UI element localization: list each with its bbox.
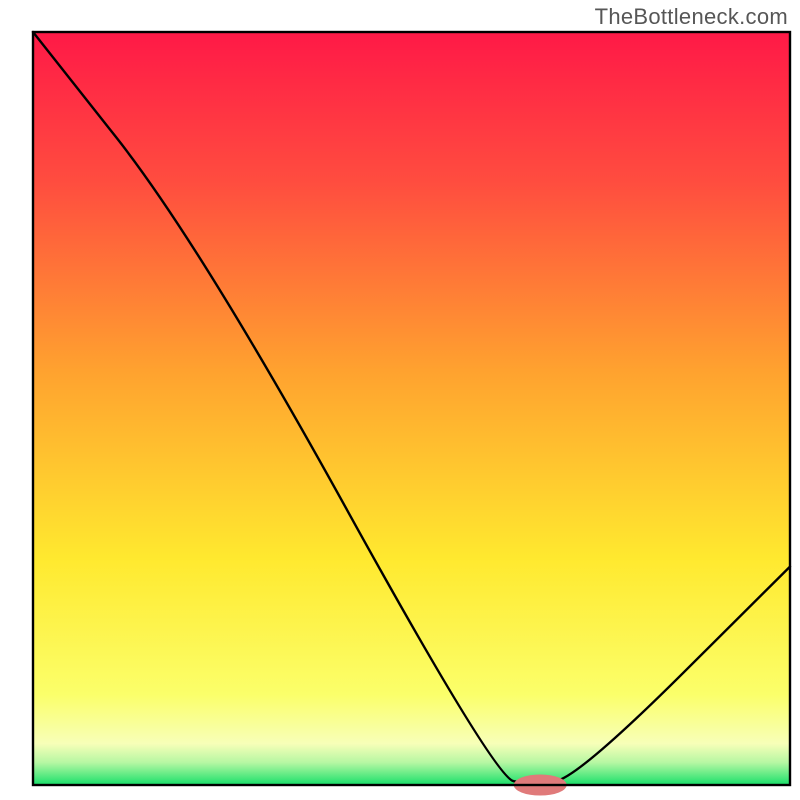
bottleneck-chart xyxy=(0,0,800,800)
chart-container: TheBottleneck.com xyxy=(0,0,800,800)
plot-area xyxy=(33,32,790,796)
gradient-fill xyxy=(33,32,790,785)
